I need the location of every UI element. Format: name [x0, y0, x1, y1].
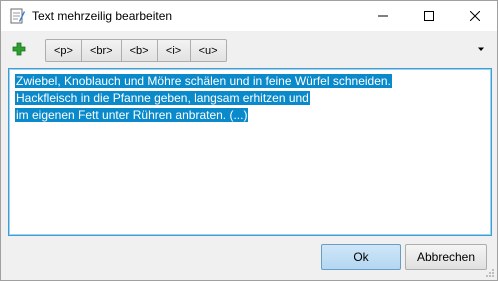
maximize-button[interactable] [406, 1, 452, 31]
toolbar: <p> <br> <b> <i> <u> [1, 31, 497, 67]
dialog-window: Text mehrzeilig bearbeiten <p> <br> <b> … [0, 0, 498, 281]
tag-b-button[interactable]: <b> [120, 39, 158, 62]
tag-br-button[interactable]: <br> [80, 39, 122, 62]
tag-i-button[interactable]: <i> [156, 39, 191, 62]
window-title: Text mehrzeilig bearbeiten [32, 9, 173, 23]
editor-content[interactable]: Zwiebel, Knoblauch und Möhre schälen und… [15, 73, 392, 124]
plus-icon[interactable] [11, 41, 27, 57]
document-edit-icon [10, 8, 25, 24]
text-editor[interactable]: Zwiebel, Knoblauch und Möhre schälen und… [8, 68, 492, 236]
title-bar[interactable]: Text mehrzeilig bearbeiten [1, 1, 497, 31]
editor-line: im eigenen Fett unter Rühren anbraten. (… [15, 108, 249, 122]
tag-u-button[interactable]: <u> [189, 39, 227, 62]
editor-line: Hackfleisch in die Pfanne geben, langsam… [15, 91, 310, 105]
ok-button[interactable]: Ok [321, 244, 401, 270]
close-icon [470, 11, 480, 21]
html-tag-buttons: <p> <br> <b> <i> <u> [45, 39, 227, 62]
dropdown-arrow-icon[interactable] [477, 45, 485, 53]
resize-grip-icon[interactable] [485, 268, 495, 278]
close-button[interactable] [452, 1, 498, 31]
tag-p-button[interactable]: <p> [45, 39, 82, 62]
maximize-icon [424, 11, 434, 21]
cancel-button[interactable]: Abbrechen [405, 244, 487, 270]
minimize-icon [378, 15, 388, 17]
minimize-button[interactable] [360, 1, 406, 31]
editor-line: Zwiebel, Knoblauch und Möhre schälen und… [15, 74, 392, 88]
